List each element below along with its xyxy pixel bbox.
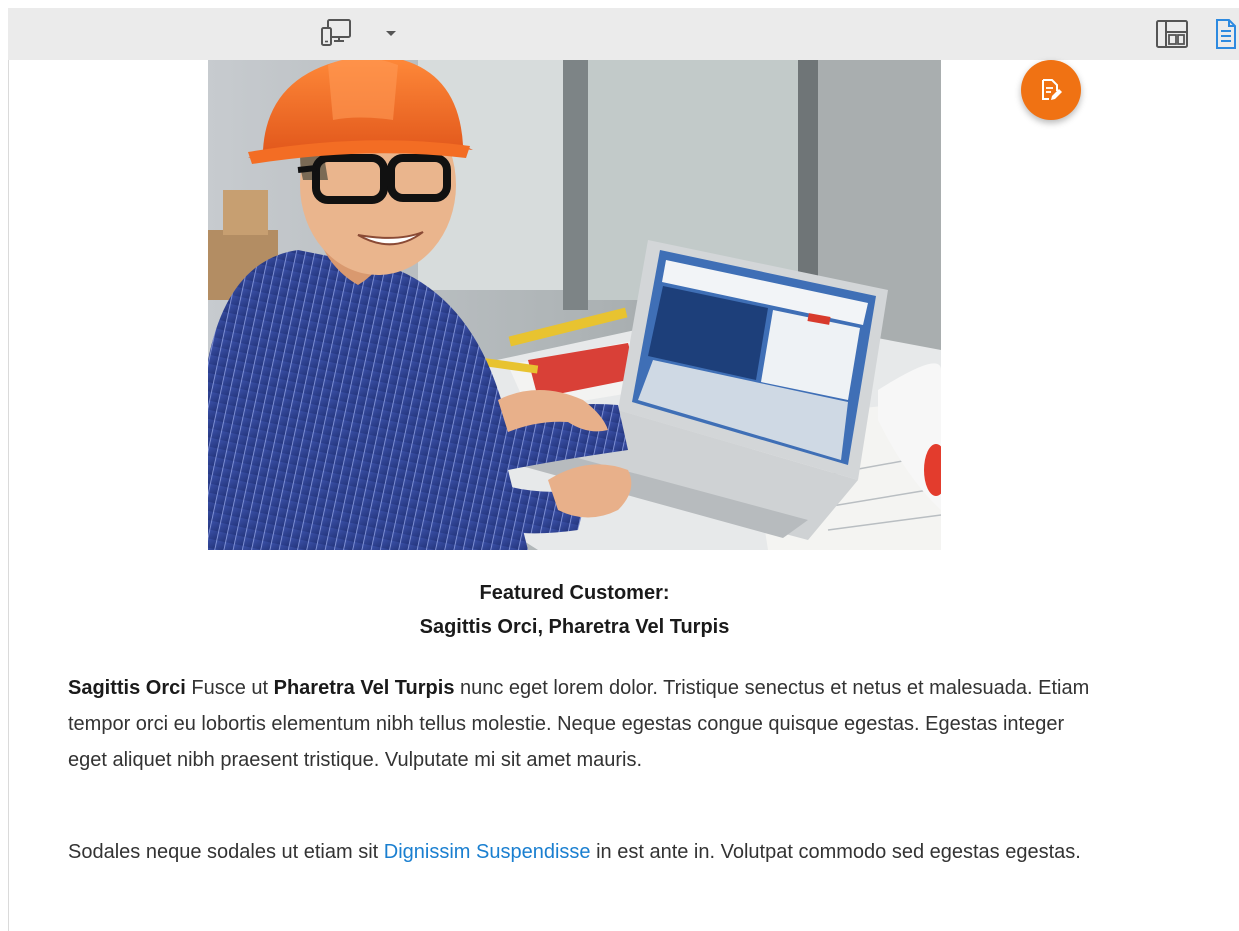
caret-down-icon [386, 31, 396, 36]
customer-name-bold: Sagittis Orci [68, 677, 186, 699]
document-view-button[interactable] [1208, 14, 1239, 54]
featured-customer-photo [208, 60, 941, 550]
top-margin [0, 0, 1239, 8]
customer-description-paragraph: Sagittis Orci Fusce ut Pharetra Vel Turp… [68, 670, 1108, 778]
caption-customer-name: Sagittis Orci, Pharetra Vel Turpis [419, 616, 730, 638]
layout-panels-icon [1156, 20, 1188, 48]
edit-page-icon [1042, 79, 1062, 100]
company-name-bold: Pharetra Vel Turpis [273, 677, 455, 699]
featured-customer-caption: Featured Customer: Sagittis Orci, Pharet… [208, 576, 941, 644]
paragraph-text: in est ante in. Volutpat commodo sed ege… [590, 841, 1081, 863]
layout-view-button[interactable] [1152, 14, 1192, 54]
paragraph-text: Fusce ut [185, 677, 274, 699]
customer-link-paragraph: Sodales neque sodales ut etiam sit Digni… [68, 834, 1108, 870]
caption-heading: Featured Customer: [479, 582, 670, 604]
device-preview-icon [321, 19, 351, 46]
paragraph-text: Sodales neque sodales ut etiam sit [68, 841, 384, 863]
device-preview-button[interactable] [316, 14, 356, 54]
edit-page-button[interactable] [1021, 60, 1081, 120]
construction-worker-laptop-illustration [208, 60, 941, 550]
dignissim-suspendisse-link[interactable]: Dignissim Suspendisse [384, 841, 591, 863]
content-left-border [8, 60, 9, 931]
device-dropdown-toggle[interactable] [380, 22, 402, 46]
toolbar [8, 8, 1239, 60]
document-icon [1216, 19, 1236, 49]
